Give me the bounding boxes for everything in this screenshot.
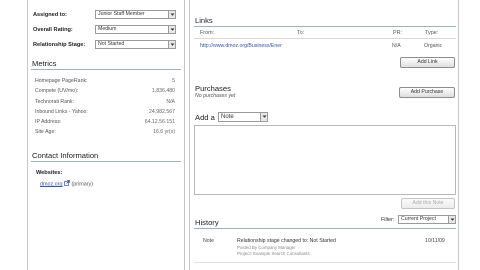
history-filter-value: Current Project [401,216,436,222]
history-divider [194,228,456,229]
links-row-from[interactable]: http://www.dmoz.org/Business/Ener [200,43,282,49]
history-entry-meta1: Posted By Company Manager [237,245,296,250]
metric-row: Inbound Links - Yahoo: 24,982,567 [35,109,175,115]
chevron-down-icon [168,41,175,48]
contact-divider [31,161,181,162]
links-header-type: Type: [425,30,439,36]
website-entry: dmoz.org (primary) [40,180,93,188]
history-entry-meta2: Project: Example Search Consultants [237,251,310,256]
metric-row: Homepage PageRank: 5 [35,78,175,84]
chevron-down-icon [448,216,455,223]
links-row-pr: N/A [392,43,401,49]
links-title: Links [195,16,213,25]
links-header-pr: PR: [393,30,402,36]
history-filter-label: Filter: [381,217,395,223]
chevron-down-icon [168,11,175,18]
links-header-to: To: [297,30,305,36]
history-entry-text: Relationship stage changed to: Not Start… [237,238,336,244]
history-entry-type: Note [203,238,214,244]
add-note-button[interactable]: Add this Note [401,198,455,209]
assigned-to-label: Assigned to: [33,12,67,18]
purchases-title: Purchases [195,84,231,93]
overall-rating-label: Overall Rating: [33,27,73,33]
add-link-button[interactable]: Add Link [400,57,455,68]
history-entry-divider [194,262,456,263]
external-link-icon[interactable] [64,180,70,188]
metric-row: Technorati Rank: N/A [35,99,175,105]
overall-rating-value: Medium [98,26,117,32]
history-filter-select[interactable]: Current Project [398,215,456,224]
websites-label: Websites: [36,170,63,176]
metric-row: Site Age: 16.6 yr(s) [35,129,175,135]
history-entry-date: 10/11/09 [425,238,445,244]
contact-title: Contact Information [32,151,99,160]
metrics-title: Metrics [32,59,57,68]
overall-rating-select[interactable]: Medium [95,25,176,34]
metric-row: IP Address: 64.12.56.151 [35,119,175,125]
note-type-value: Note [221,114,234,120]
links-header-divider [194,38,456,39]
metrics-divider [31,69,181,70]
chevron-down-icon [168,26,175,33]
metric-row: Compete (UV/mo): 1,836,480 [35,88,175,94]
website-link[interactable]: dmoz.org [40,181,62,187]
add-purchase-button[interactable]: Add Purchase [399,87,455,98]
note-textarea[interactable] [194,125,456,195]
relationship-stage-select[interactable]: Not Started [95,40,176,49]
links-divider [194,26,456,27]
relationship-stage-value: Not Started [98,41,125,47]
purchases-empty-text: No purchases yet [195,93,236,99]
assigned-to-value: Junior Staff Member [98,11,145,17]
links-header-from: From: [200,30,215,36]
relationship-stage-label: Relationship Stage: [33,42,86,48]
links-row-type: Organic [424,43,443,49]
add-a-label: Add a [195,113,215,122]
assigned-to-select[interactable]: Junior Staff Member [95,10,176,19]
website-suffix: (primary) [71,181,94,188]
history-title: History [195,218,219,227]
chevron-down-icon [260,113,267,121]
note-type-select[interactable]: Note [218,112,268,122]
